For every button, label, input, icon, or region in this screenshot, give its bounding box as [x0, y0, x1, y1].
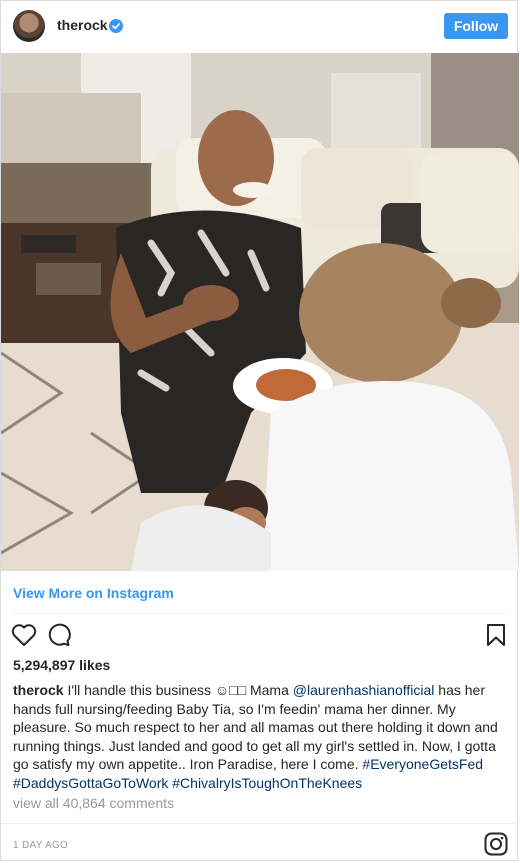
- mention-link[interactable]: @laurenhashianofficial: [293, 682, 435, 698]
- avatar[interactable]: [13, 10, 45, 42]
- post-caption: therock I'll handle this business ☺︎□□ M…: [13, 681, 507, 792]
- hashtag-link[interactable]: #DaddysGottaGoToWork: [13, 775, 168, 791]
- photo-illustration: [1, 53, 519, 571]
- follow-button[interactable]: Follow: [444, 13, 508, 39]
- bookmark-icon[interactable]: [486, 623, 506, 647]
- post-timestamp[interactable]: 1 DAY AGO: [13, 840, 68, 851]
- view-more-link[interactable]: View More on Instagram: [13, 585, 174, 601]
- heart-icon[interactable]: [11, 623, 37, 647]
- post-photo[interactable]: [1, 53, 519, 571]
- hashtag-link[interactable]: #ChivalryIsToughOnTheKnees: [172, 775, 362, 791]
- post-header: therock Follow: [1, 1, 517, 51]
- caption-text: I'll handle this business ☺︎□□ Mama: [63, 682, 293, 698]
- verified-badge-icon: [109, 19, 123, 33]
- divider: [1, 823, 517, 824]
- instagram-embed-card: therock Follow View More on Instagram 5,…: [0, 0, 519, 861]
- divider: [13, 613, 505, 614]
- view-all-comments-link[interactable]: view all 40,864 comments: [13, 795, 174, 811]
- instagram-logo-icon[interactable]: [484, 832, 508, 856]
- caption-author-link[interactable]: therock: [13, 682, 64, 698]
- username-link[interactable]: therock: [57, 17, 108, 33]
- likes-count[interactable]: 5,294,897 likes: [13, 657, 110, 673]
- comment-icon[interactable]: [47, 623, 71, 647]
- hashtag-link[interactable]: #EveryoneGetsFed: [362, 756, 483, 772]
